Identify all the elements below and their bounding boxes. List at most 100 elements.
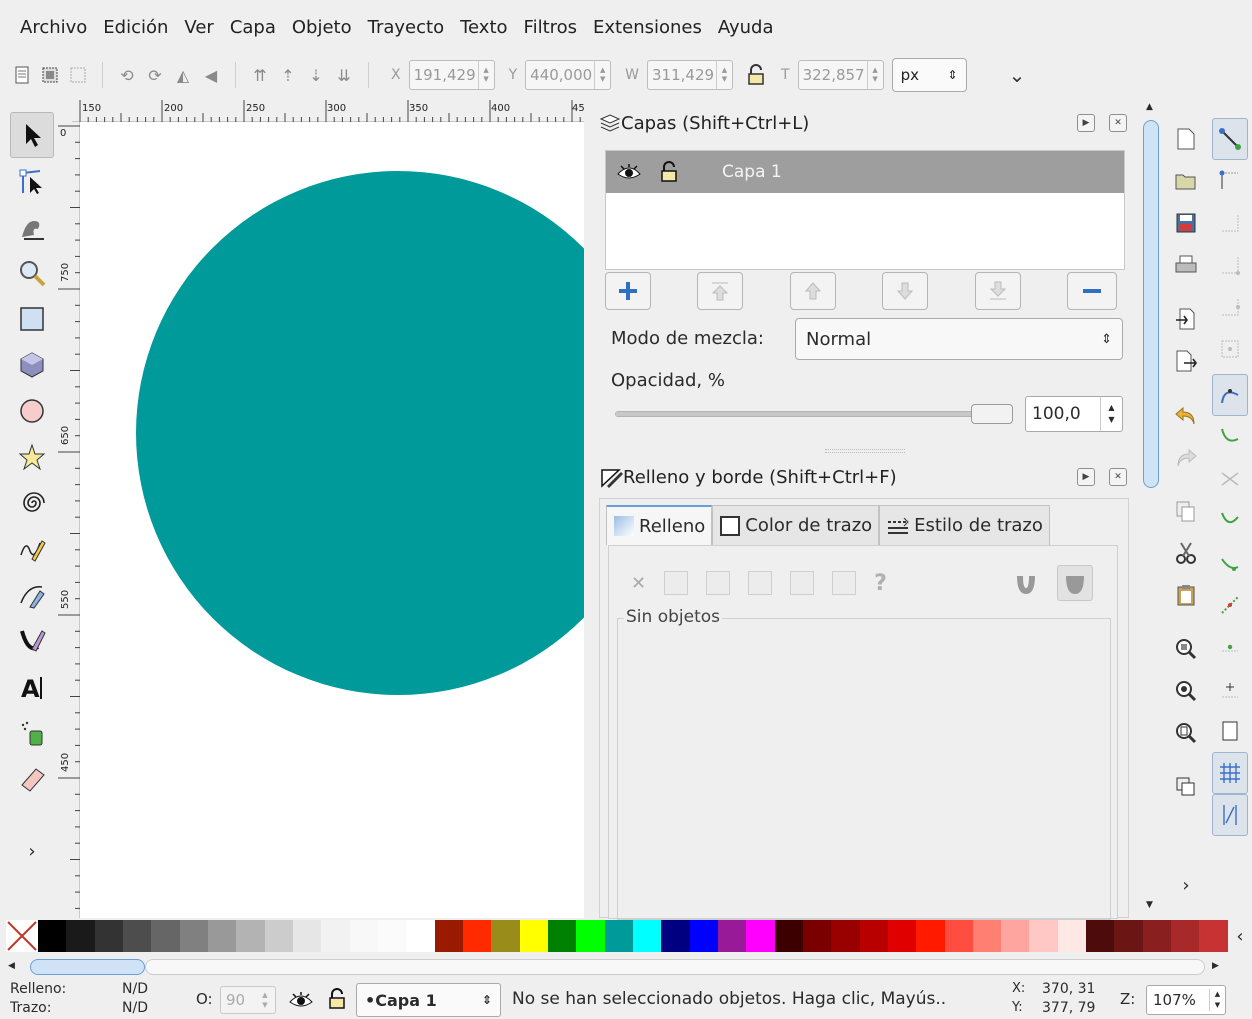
duplicate-icon[interactable] (1166, 490, 1206, 532)
layer-list[interactable]: Capa 1 (605, 150, 1125, 270)
rotate-ccw-icon[interactable]: ⟲ (115, 63, 139, 87)
flip-horizontal-icon[interactable]: ◭ (171, 63, 195, 87)
panel-iconify-button[interactable]: ▶ (1077, 468, 1095, 486)
no-color-swatch[interactable] (6, 920, 38, 952)
eye-icon[interactable] (288, 990, 314, 1010)
pen-tool[interactable] (10, 572, 54, 618)
ellipse-tool[interactable] (10, 388, 54, 434)
zoom-page-icon[interactable] (1166, 712, 1206, 754)
snap-object-midpoint-icon[interactable] (1212, 626, 1248, 668)
lock-icon[interactable] (658, 161, 680, 183)
color-swatch[interactable] (38, 920, 67, 952)
color-swatch[interactable] (717, 920, 747, 952)
deselect-icon[interactable] (66, 63, 90, 87)
canvas-horizontal-scrollbar[interactable]: ◀ ▶ (6, 955, 1228, 979)
layer-name[interactable]: Capa 1 (722, 162, 782, 182)
raise-icon[interactable]: ⇡ (276, 63, 300, 87)
snap-midpoint-icon[interactable] (1212, 584, 1248, 626)
color-swatch[interactable] (1086, 920, 1115, 952)
scrollbar-thumb[interactable] (1143, 120, 1159, 488)
radial-gradient-button[interactable] (748, 571, 773, 595)
layer-raise-button[interactable] (790, 272, 836, 310)
zoom-stepper[interactable]: ▲ ▼ (1209, 989, 1225, 1011)
snap-intersections-icon[interactable] (1212, 458, 1248, 500)
snap-page-border-icon[interactable] (1212, 710, 1248, 752)
scroll-up-icon[interactable]: ▲ (1146, 102, 1153, 112)
color-swatch[interactable] (944, 920, 973, 952)
cut-icon[interactable] (1166, 532, 1206, 574)
menu-ayuda[interactable]: Ayuda (710, 17, 782, 38)
color-swatch[interactable] (774, 920, 803, 952)
panel-close-button[interactable]: ✕ (1109, 114, 1127, 132)
snap-smooth-icon[interactable] (1212, 542, 1248, 584)
menu-capa[interactable]: Capa (222, 17, 284, 38)
fill-rule-nonzero-button[interactable] (1056, 565, 1093, 601)
panel-close-button[interactable]: ✕ (1109, 468, 1127, 486)
menu-trayecto[interactable]: Trayecto (360, 17, 452, 38)
current-layer-select[interactable]: •Capa 1 ⇕ (356, 983, 501, 1017)
node-tool[interactable] (10, 158, 54, 204)
scrollbar-thumb[interactable] (30, 959, 145, 975)
layer-lower-button[interactable] (882, 272, 928, 310)
snap-rotation-center-icon[interactable] (1212, 668, 1248, 710)
zoom-selection-icon[interactable] (1166, 628, 1206, 670)
3d-box-tool[interactable] (10, 342, 54, 388)
x-input[interactable]: 191,429 ▲ ▼ (408, 60, 495, 90)
color-swatch[interactable] (292, 920, 322, 952)
dock-scrollbar[interactable]: ▲ ▼ (1140, 100, 1162, 918)
color-swatch[interactable] (1142, 920, 1172, 952)
menu-edicion[interactable]: Edición (95, 17, 176, 38)
horizontal-ruler[interactable]: 150 200 250 300 350 400 45 (72, 100, 585, 122)
swatch-button[interactable] (832, 571, 857, 595)
color-swatch[interactable] (519, 920, 548, 952)
tab-stroke-paint[interactable]: Color de trazo (712, 505, 880, 545)
paste-icon[interactable] (1166, 574, 1206, 616)
rectangle-tool[interactable] (10, 296, 54, 342)
y-input[interactable]: 440,000 ▲ ▼ (525, 60, 612, 90)
panel-resize-handle[interactable] (825, 449, 905, 453)
y-stepper[interactable]: ▲ ▼ (594, 61, 610, 89)
unset-paint-icon[interactable]: ? (874, 571, 887, 596)
h-stepper[interactable]: ▲ ▼ (866, 61, 883, 89)
stroke-value[interactable]: N/D (122, 1000, 148, 1016)
tab-stroke-style[interactable]: Estilo de trazo (879, 505, 1050, 545)
color-swatch[interactable] (802, 920, 832, 952)
lock-icon[interactable] (326, 988, 348, 1010)
open-folder-icon[interactable] (1166, 160, 1206, 202)
flip-vertical-icon[interactable]: ◀ (199, 63, 223, 87)
layer-row[interactable]: Capa 1 (606, 151, 1124, 193)
pencil-tool[interactable] (10, 526, 54, 572)
color-swatch[interactable] (491, 920, 520, 952)
linear-gradient-button[interactable] (706, 571, 731, 595)
color-swatch[interactable] (94, 920, 123, 952)
blend-mode-select[interactable]: Normal ⇕ (795, 318, 1123, 360)
unit-select[interactable]: px ⇕ (891, 58, 967, 92)
color-swatch[interactable] (1114, 920, 1143, 952)
menu-ver[interactable]: Ver (176, 17, 221, 38)
color-swatch[interactable] (462, 920, 492, 952)
color-swatch[interactable] (406, 920, 435, 952)
drawing-canvas[interactable] (80, 122, 584, 918)
snap-toggle-icon[interactable] (1212, 118, 1248, 160)
select-all-icon[interactable] (10, 63, 34, 87)
undo-icon[interactable] (1166, 394, 1206, 436)
scroll-right-icon[interactable]: ▶ (1212, 961, 1219, 971)
export-icon[interactable] (1166, 340, 1206, 382)
color-swatch[interactable] (547, 920, 577, 952)
scroll-left-icon[interactable]: ◀ (8, 961, 15, 971)
snap-bbox-edge-icon[interactable] (1212, 202, 1248, 244)
scroll-down-icon[interactable]: ▼ (1146, 900, 1153, 910)
menu-extensiones[interactable]: Extensiones (585, 17, 710, 38)
text-tool[interactable]: A (10, 664, 54, 710)
teal-circle[interactable] (136, 171, 584, 695)
vertical-ruler[interactable]: 0 750 650 550 450 (58, 122, 80, 918)
snap-grid-icon[interactable] (1212, 752, 1248, 794)
print-icon[interactable] (1166, 244, 1206, 286)
menu-objeto[interactable]: Objeto (284, 17, 360, 38)
color-swatch[interactable] (604, 920, 633, 952)
x-stepper[interactable]: ▲ ▼ (477, 61, 494, 89)
pattern-button[interactable] (790, 571, 815, 595)
opacity-input[interactable]: 100,0 ▲ ▼ (1025, 396, 1123, 432)
menu-filtros[interactable]: Filtros (516, 17, 586, 38)
no-paint-icon[interactable]: ✕ (631, 573, 646, 594)
